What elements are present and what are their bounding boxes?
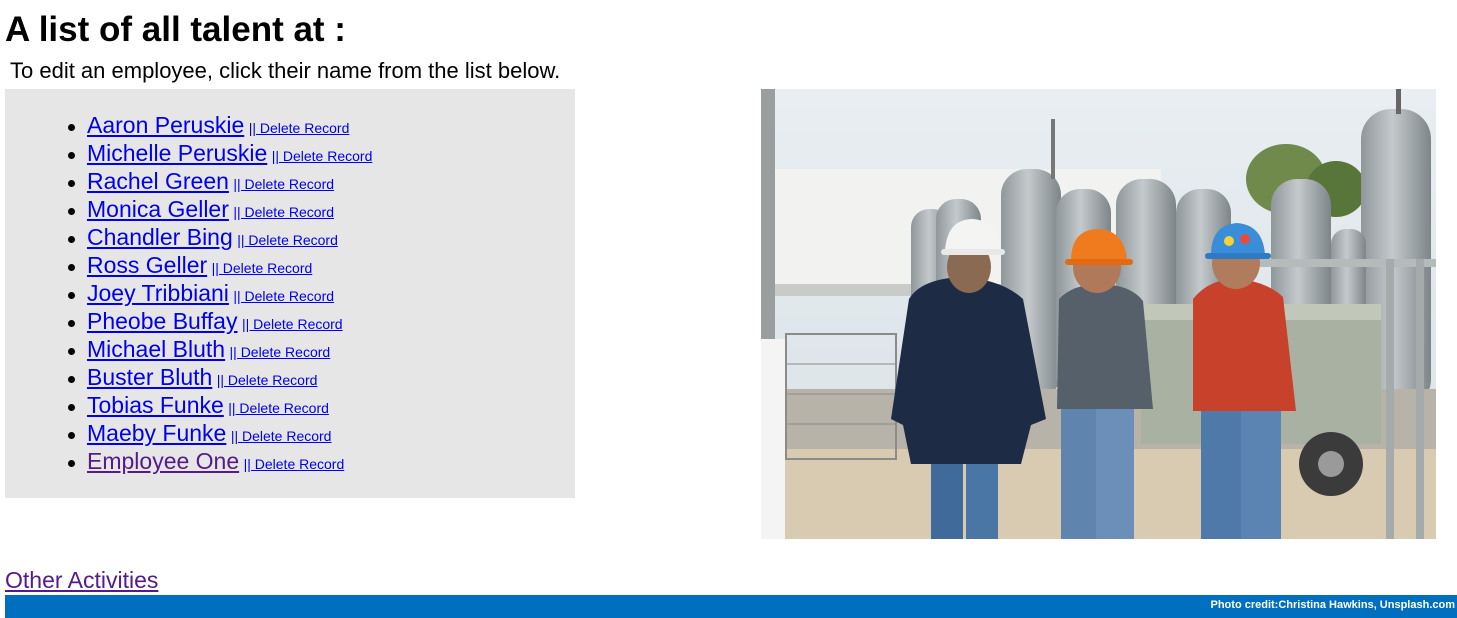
bullet-icon <box>68 292 75 299</box>
delete-record-link[interactable]: || Delete Record <box>231 428 332 444</box>
footer-bar: Photo credit:Christina Hawkins, Unsplash… <box>5 595 1457 618</box>
delete-record-link[interactable]: || Delete Record <box>228 400 329 416</box>
employee-list-item: Tobias Funke || Delete Record <box>68 391 372 419</box>
delete-record-link[interactable]: || Delete Record <box>233 288 334 304</box>
employee-name-link[interactable]: Ross Geller <box>87 252 207 278</box>
employee-name-link[interactable]: Employee One <box>87 448 239 474</box>
bullet-icon <box>68 460 75 467</box>
delete-record-link[interactable]: || Delete Record <box>242 316 343 332</box>
delete-record-link[interactable]: || Delete Record <box>212 260 313 276</box>
employee-list-item: Employee One || Delete Record <box>68 447 372 475</box>
delete-record-link[interactable]: || Delete Record <box>230 344 331 360</box>
employee-list: Aaron Peruskie || Delete Record Michelle … <box>68 111 373 475</box>
employee-list-item: Monica Geller || Delete Record <box>68 195 372 223</box>
employee-list-item: Ross Geller || Delete Record <box>68 251 372 279</box>
employee-name-link[interactable]: Tobias Funke <box>87 392 224 418</box>
delete-record-link[interactable]: || Delete Record <box>233 204 334 220</box>
employee-name-link[interactable]: Pheobe Buffay <box>87 308 237 334</box>
bullet-icon <box>68 320 75 327</box>
page-title: A list of all talent at : <box>5 10 346 49</box>
employee-name-link[interactable]: Monica Geller <box>87 196 229 222</box>
other-activities-link[interactable]: Other Activities <box>5 566 158 594</box>
bullet-icon <box>68 180 75 187</box>
bullet-icon <box>68 432 75 439</box>
page: A list of all talent at : To edit an emp… <box>0 0 1457 618</box>
bullet-icon <box>68 404 75 411</box>
employee-name-link[interactable]: Maeby Funke <box>87 420 226 446</box>
employee-name-link[interactable]: Rachel Green <box>87 168 229 194</box>
delete-record-link[interactable]: || Delete Record <box>272 148 373 164</box>
employee-list-item: Michael Bluth || Delete Record <box>68 335 372 363</box>
employee-list-item: Buster Bluth || Delete Record <box>68 363 372 391</box>
employee-name-link[interactable]: Aaron Peruskie <box>87 112 244 138</box>
delete-record-link[interactable]: || Delete Record <box>217 372 318 388</box>
employee-list-item: Rachel Green || Delete Record <box>68 167 372 195</box>
bullet-icon <box>68 208 75 215</box>
bullet-icon <box>68 152 75 159</box>
employee-name-link[interactable]: Michael Bluth <box>87 336 225 362</box>
employee-list-item: Maeby Funke || Delete Record <box>68 419 372 447</box>
bullet-icon <box>68 348 75 355</box>
delete-record-link[interactable]: || Delete Record <box>233 176 334 192</box>
employee-list-item: Aaron Peruskie || Delete Record <box>68 111 372 139</box>
employee-list-item: Michelle Peruskie || Delete Record <box>68 139 373 167</box>
delete-record-link[interactable]: || Delete Record <box>249 120 350 136</box>
employee-list-item: Pheobe Buffay || Delete Record <box>68 307 372 335</box>
employee-name-link[interactable]: Buster Bluth <box>87 364 212 390</box>
employee-list-item: Joey Tribbiani || Delete Record <box>68 279 372 307</box>
bullet-icon <box>68 264 75 271</box>
employee-name-link[interactable]: Chandler Bing <box>87 224 233 250</box>
photo-credit: Photo credit:Christina Hawkins, Unsplash… <box>1210 599 1456 611</box>
bullet-icon <box>68 376 75 383</box>
page-instructions: To edit an employee, click their name fr… <box>10 58 561 83</box>
employee-name-link[interactable]: Joey Tribbiani <box>87 280 229 306</box>
bullet-icon <box>68 124 75 131</box>
employee-list-item: Chandler Bing || Delete Record <box>68 223 372 251</box>
employee-name-link[interactable]: Michelle Peruskie <box>87 140 267 166</box>
bullet-icon <box>68 236 75 243</box>
employee-list-panel: Aaron Peruskie || Delete Record Michelle … <box>5 89 575 498</box>
delete-record-link[interactable]: || Delete Record <box>237 232 338 248</box>
delete-record-link[interactable]: || Delete Record <box>244 456 345 472</box>
construction-workers-photo <box>761 89 1436 539</box>
